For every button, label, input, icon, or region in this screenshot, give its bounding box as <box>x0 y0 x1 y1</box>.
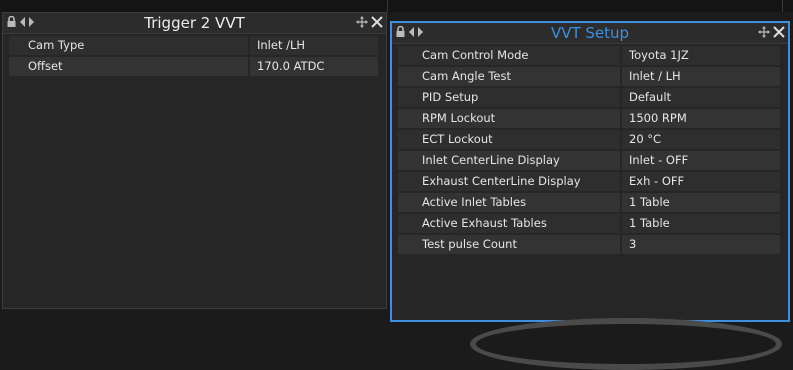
property-label: Offset <box>9 57 248 76</box>
property-label: RPM Lockout <box>398 109 620 128</box>
property-label: PID Setup <box>398 88 620 107</box>
panel-titlebar[interactable]: Trigger 2 VVT <box>3 13 386 34</box>
property-label: ECT Lockout <box>398 130 620 149</box>
property-label: Inlet CenterLine Display <box>398 151 620 170</box>
background-gauge-arc <box>470 318 782 370</box>
move-icon[interactable] <box>758 26 770 38</box>
property-value[interactable]: 1 Table <box>622 214 780 233</box>
property-row[interactable]: RPM Lockout 1500 RPM <box>398 109 780 128</box>
property-label: Exhaust CenterLine Display <box>398 172 620 191</box>
property-value[interactable]: 1 Table <box>622 193 780 212</box>
property-label: Active Exhaust Tables <box>398 214 620 233</box>
property-list: Cam Type Inlet /LH Offset 170.0 ATDC <box>9 36 378 78</box>
property-label: Test pulse Count <box>398 235 620 254</box>
property-value[interactable]: 3 <box>622 235 780 254</box>
divider <box>387 0 388 12</box>
panel-titlebar[interactable]: VVT Setup <box>392 23 788 44</box>
property-row[interactable]: Inlet CenterLine Display Inlet - OFF <box>398 151 780 170</box>
vvt-setup-panel: VVT Setup Cam Control Mode Toyota 1JZ Ca… <box>390 21 790 322</box>
property-value[interactable]: Inlet - OFF <box>622 151 780 170</box>
close-icon[interactable] <box>773 26 785 38</box>
trigger-2-vvt-panel: Trigger 2 VVT Cam Type Inlet /LH Offset … <box>2 12 387 309</box>
property-row[interactable]: Cam Type Inlet /LH <box>9 36 378 55</box>
property-row[interactable]: Cam Control Mode Toyota 1JZ <box>398 46 780 65</box>
property-label: Cam Control Mode <box>398 46 620 65</box>
property-row[interactable]: Cam Angle Test Inlet / LH <box>398 67 780 86</box>
property-value[interactable]: Inlet /LH <box>250 36 378 55</box>
top-strip <box>0 0 793 12</box>
move-icon[interactable] <box>356 16 368 28</box>
panel-title: VVT Setup <box>550 24 630 42</box>
property-value[interactable]: 20 °C <box>622 130 780 149</box>
property-value[interactable]: Inlet / LH <box>622 67 780 86</box>
property-label: Active Inlet Tables <box>398 193 620 212</box>
property-row[interactable]: ECT Lockout 20 °C <box>398 130 780 149</box>
property-row[interactable]: Active Inlet Tables 1 Table <box>398 193 780 212</box>
property-list: Cam Control Mode Toyota 1JZ Cam Angle Te… <box>398 46 780 256</box>
property-value[interactable]: Exh - OFF <box>622 172 780 191</box>
property-row[interactable]: Test pulse Count 3 <box>398 235 780 254</box>
property-value[interactable]: Toyota 1JZ <box>622 46 780 65</box>
property-row[interactable]: Offset 170.0 ATDC <box>9 57 378 76</box>
property-row[interactable]: PID Setup Default <box>398 88 780 107</box>
close-icon[interactable] <box>371 16 383 28</box>
divider <box>782 0 783 12</box>
panel-title: Trigger 2 VVT <box>144 14 245 32</box>
property-value[interactable]: 1500 RPM <box>622 109 780 128</box>
property-row[interactable]: Exhaust CenterLine Display Exh - OFF <box>398 172 780 191</box>
property-label: Cam Type <box>9 36 248 55</box>
property-row[interactable]: Active Exhaust Tables 1 Table <box>398 214 780 233</box>
property-value[interactable]: Default <box>622 88 780 107</box>
property-value[interactable]: 170.0 ATDC <box>250 57 378 76</box>
property-label: Cam Angle Test <box>398 67 620 86</box>
